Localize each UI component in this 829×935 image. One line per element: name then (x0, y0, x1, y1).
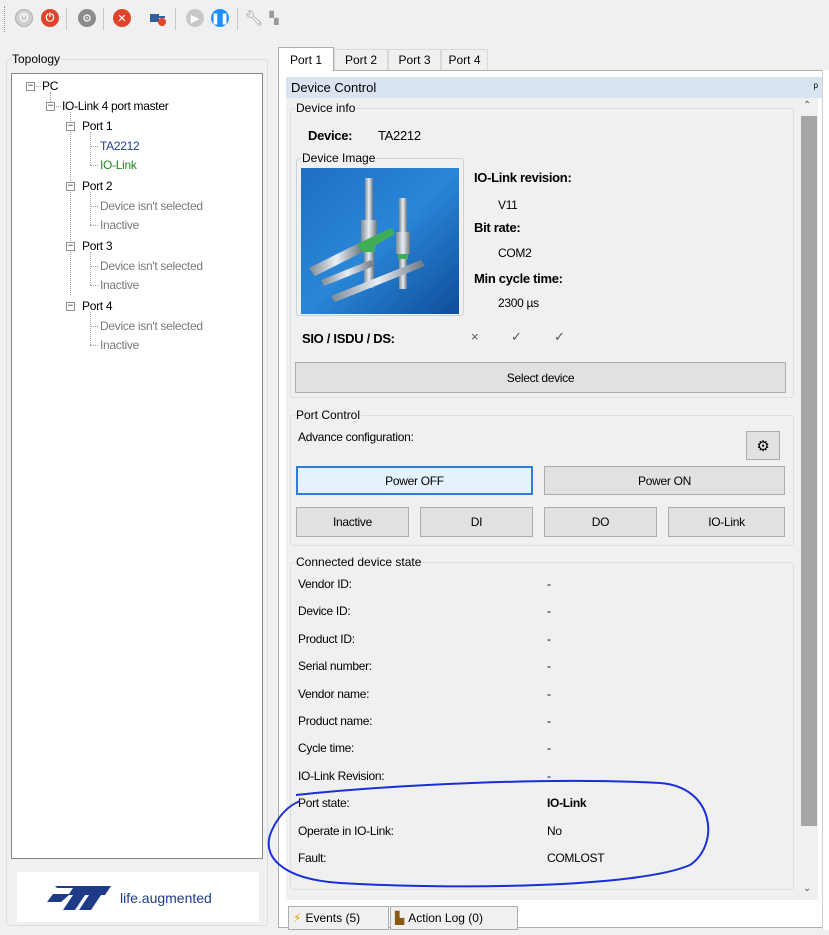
tab-port-4[interactable]: Port 4 (441, 49, 488, 70)
scroll-up-icon[interactable]: ⌃ (803, 100, 811, 111)
device-control-header: Device Control ᵖ (286, 77, 822, 98)
pause-icon[interactable]: ❚❚ (210, 8, 230, 28)
power-icon[interactable]: ⏻ (40, 8, 60, 28)
device-image-title: Device Image (302, 151, 376, 165)
st-logo: life.augmented (17, 872, 259, 922)
disconnect-plug-icon[interactable] (148, 8, 168, 28)
state-row-value: - (547, 577, 551, 591)
state-row-label: Product ID: (298, 631, 355, 646)
wrench-icon[interactable]: 🔧︎ (244, 8, 264, 28)
collapse-icon[interactable]: − (66, 182, 75, 191)
min-cycle-label: Min cycle time: (474, 271, 563, 286)
tree-node-port-3-state[interactable]: Inactive (100, 278, 139, 292)
tree-node-port-2-device[interactable]: Device isn't selected (100, 199, 203, 213)
state-row-label: Cycle time: (298, 741, 355, 756)
device-control-title: Device Control (291, 80, 377, 95)
tab-port-3[interactable]: Port 3 (388, 49, 441, 70)
sio-unsupported-icon: × (471, 329, 479, 344)
state-row-label: Product name: (298, 714, 373, 728)
collapse-icon[interactable]: − (66, 302, 75, 311)
state-row-label: Serial number: (298, 659, 372, 674)
tab-port-2[interactable]: Port 2 (334, 49, 388, 70)
mode-iolink-button[interactable]: IO-Link (668, 507, 785, 537)
tree-node-port-1-state[interactable]: IO-Link (100, 158, 137, 172)
state-row-value: - (547, 714, 551, 728)
bit-rate-value: COM2 (498, 246, 532, 260)
toolbar-separator (103, 8, 104, 30)
toolbar-separator (66, 8, 67, 30)
tree-node-port-2-state[interactable]: Inactive (100, 218, 139, 232)
collapse-icon[interactable]: − (26, 82, 35, 91)
tab-action-log[interactable]: ▙ Action Log (0) (390, 906, 518, 930)
power-disabled-icon[interactable]: ⏻ (14, 8, 34, 28)
tree-node-port-3[interactable]: Port 3 (82, 239, 113, 253)
scroll-down-icon[interactable]: ⌄ (803, 883, 811, 894)
toolbar-grip[interactable] (4, 6, 7, 32)
mode-inactive-button[interactable]: Inactive (296, 507, 409, 537)
scrollbar-thumb[interactable] (801, 116, 817, 826)
port-control-title: Port Control (296, 408, 361, 422)
state-row-value: - (547, 659, 551, 674)
tree-node-port-2[interactable]: Port 2 (82, 179, 113, 193)
tab-action-log-label: Action Log (0) (408, 911, 483, 925)
tree-node-port-4-device[interactable]: Device isn't selected (100, 319, 203, 333)
play-disabled-icon[interactable]: ▶ (185, 8, 205, 28)
iolink-revision-label: IO-Link revision: (474, 170, 572, 185)
state-row-value: - (547, 604, 551, 619)
tree-node-port-4-state[interactable]: Inactive (100, 338, 139, 352)
right-panel-edge (822, 70, 829, 930)
tree-node-master[interactable]: IO-Link 4 port master (62, 99, 169, 113)
settings-gear-icon[interactable]: ⚙ (77, 8, 97, 28)
collapse-icon[interactable]: − (66, 122, 75, 131)
state-row-label: Vendor ID: (298, 577, 352, 591)
stop-icon[interactable]: ✕ (112, 8, 132, 28)
state-row-value: - (547, 631, 551, 646)
power-off-button[interactable]: Power OFF (296, 466, 533, 495)
state-row-label: Vendor name: (298, 686, 370, 701)
state-row-value: - (547, 741, 551, 756)
toolbar-separator (237, 8, 238, 30)
select-device-button[interactable]: Select device (295, 362, 786, 393)
mode-do-button[interactable]: DO (544, 507, 657, 537)
device-info-title: Device info (296, 101, 356, 115)
device-image (301, 168, 459, 314)
tree-node-port-1[interactable]: Port 1 (82, 119, 113, 133)
main-toolbar: ⏻ ⏻ ⚙ ✕ ▶ ❚❚ 🔧︎ ▚ (0, 0, 829, 38)
advance-configuration-label: Advance configuration: (298, 430, 414, 444)
iolink-revision-value: V11 (498, 198, 518, 212)
network-icon[interactable]: ▚ (264, 8, 284, 28)
device-label: Device: (308, 128, 353, 143)
pin-icon[interactable]: ᵖ (813, 77, 818, 98)
tab-events-label: Events (5) (305, 911, 361, 925)
connected-device-state-title: Connected device state (296, 555, 422, 569)
gear-icon: ⚙ (756, 437, 770, 455)
ds-supported-icon: ✓ (554, 329, 565, 344)
collapse-icon[interactable]: − (46, 102, 55, 111)
tab-port-1[interactable]: Port 1 (278, 47, 334, 71)
tree-node-pc[interactable]: PC (42, 79, 58, 93)
lightning-icon: ⚡ (293, 911, 302, 925)
tab-events[interactable]: ⚡ Events (5) (288, 906, 389, 930)
annotation-ellipse (267, 779, 710, 888)
bit-rate-label: Bit rate: (474, 220, 521, 235)
tree-node-port-3-device[interactable]: Device isn't selected (100, 259, 203, 273)
device-value: TA2212 (378, 128, 421, 143)
tree-node-port-1-device[interactable]: TA2212 (100, 139, 140, 153)
mode-di-button[interactable]: DI (420, 507, 533, 537)
sio-label: SIO / ISDU / DS: (302, 331, 395, 346)
st-logo-text: life.augmented (120, 890, 212, 906)
isdu-supported-icon: ✓ (511, 329, 522, 344)
toolbar-separator (175, 8, 176, 30)
topology-tree[interactable]: − PC − IO-Link 4 port master − Port 1 TA… (11, 73, 263, 859)
state-row-value: - (547, 686, 551, 701)
collapse-icon[interactable]: − (66, 242, 75, 251)
topology-title: Topology (12, 52, 61, 66)
st-logo-icon (47, 886, 111, 910)
tree-node-port-4[interactable]: Port 4 (82, 299, 113, 313)
power-on-button[interactable]: Power ON (544, 466, 785, 495)
book-icon: ▙ (395, 911, 405, 925)
advance-settings-button[interactable]: ⚙ (746, 431, 780, 460)
min-cycle-value: 2300 µs (498, 296, 539, 310)
state-row-label: Device ID: (298, 604, 351, 619)
